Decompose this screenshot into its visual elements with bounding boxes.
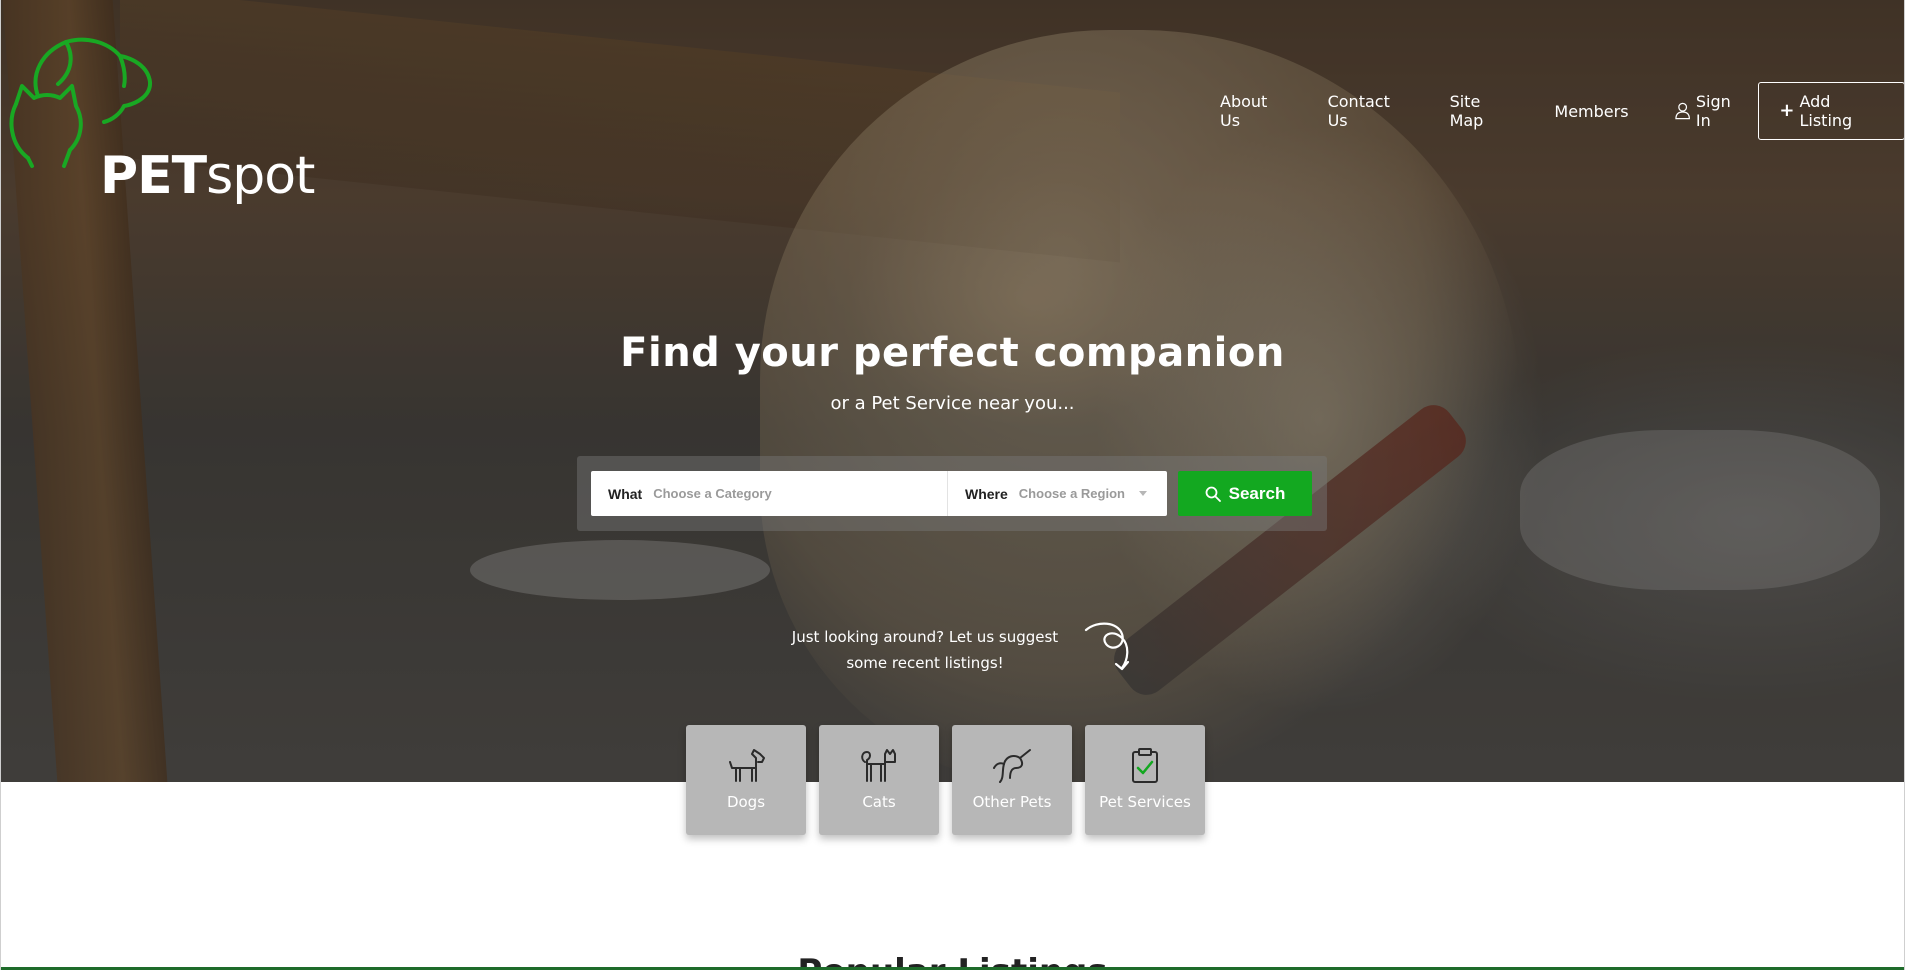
what-field[interactable]: What xyxy=(591,471,948,516)
main-nav: About Us Contact Us Site Map Members Sig… xyxy=(1220,82,1905,140)
sign-in-link[interactable]: Sign In xyxy=(1674,92,1749,130)
chevron-down-icon[interactable] xyxy=(1138,491,1147,496)
nav-site-map[interactable]: Site Map xyxy=(1450,92,1517,130)
what-label: What xyxy=(608,485,643,502)
search-button-label: Search xyxy=(1228,483,1286,503)
user-icon xyxy=(1674,102,1690,120)
search-panel: What Where Choose a Region Search xyxy=(577,456,1327,531)
category-input[interactable] xyxy=(653,486,854,501)
category-label: Pet Services xyxy=(1099,793,1191,811)
category-label: Cats xyxy=(862,793,896,811)
category-label: Dogs xyxy=(726,793,766,811)
search-form: What Where Choose a Region xyxy=(591,471,1167,516)
category-other-pets[interactable]: Other Pets xyxy=(952,725,1072,835)
logo-wordmark: PETspot xyxy=(100,146,315,206)
nav-about-us[interactable]: About Us xyxy=(1220,92,1290,130)
hero-title: Find your perfect companion xyxy=(620,330,1285,376)
clipboard-check-icon xyxy=(1132,748,1158,783)
region-select[interactable]: Choose a Region xyxy=(1019,486,1125,501)
category-cats[interactable]: Cats xyxy=(819,725,939,835)
add-listing-button[interactable]: + Add Listing xyxy=(1758,82,1905,140)
hero-subtitle: or a Pet Service near you... xyxy=(830,393,1075,414)
suggest-text: Just looking around? Let us suggest some… xyxy=(791,628,1059,672)
where-field[interactable]: Where Choose a Region xyxy=(948,471,1167,516)
sign-in-label: Sign In xyxy=(1695,92,1731,130)
nav-contact-us[interactable]: Contact Us xyxy=(1328,92,1412,130)
category-pet-services[interactable]: Pet Services xyxy=(1085,725,1205,835)
unicorn-icon xyxy=(993,749,1031,783)
search-icon xyxy=(1205,486,1221,502)
where-label: Where xyxy=(965,485,1008,502)
site-logo[interactable]: PETspot xyxy=(8,34,315,206)
nav-members[interactable]: Members xyxy=(1554,102,1628,121)
add-listing-label: Add Listing xyxy=(1799,92,1853,130)
plus-icon: + xyxy=(1779,100,1795,121)
dog-icon xyxy=(729,749,765,782)
cat-icon xyxy=(861,749,896,782)
category-tiles: Dogs Cats Other Pets Pet Services xyxy=(686,725,1218,835)
category-label: Other Pets xyxy=(972,793,1052,811)
curly-arrow-icon xyxy=(1084,622,1130,671)
search-button[interactable]: Search xyxy=(1178,471,1312,516)
category-dogs[interactable]: Dogs xyxy=(686,725,806,835)
